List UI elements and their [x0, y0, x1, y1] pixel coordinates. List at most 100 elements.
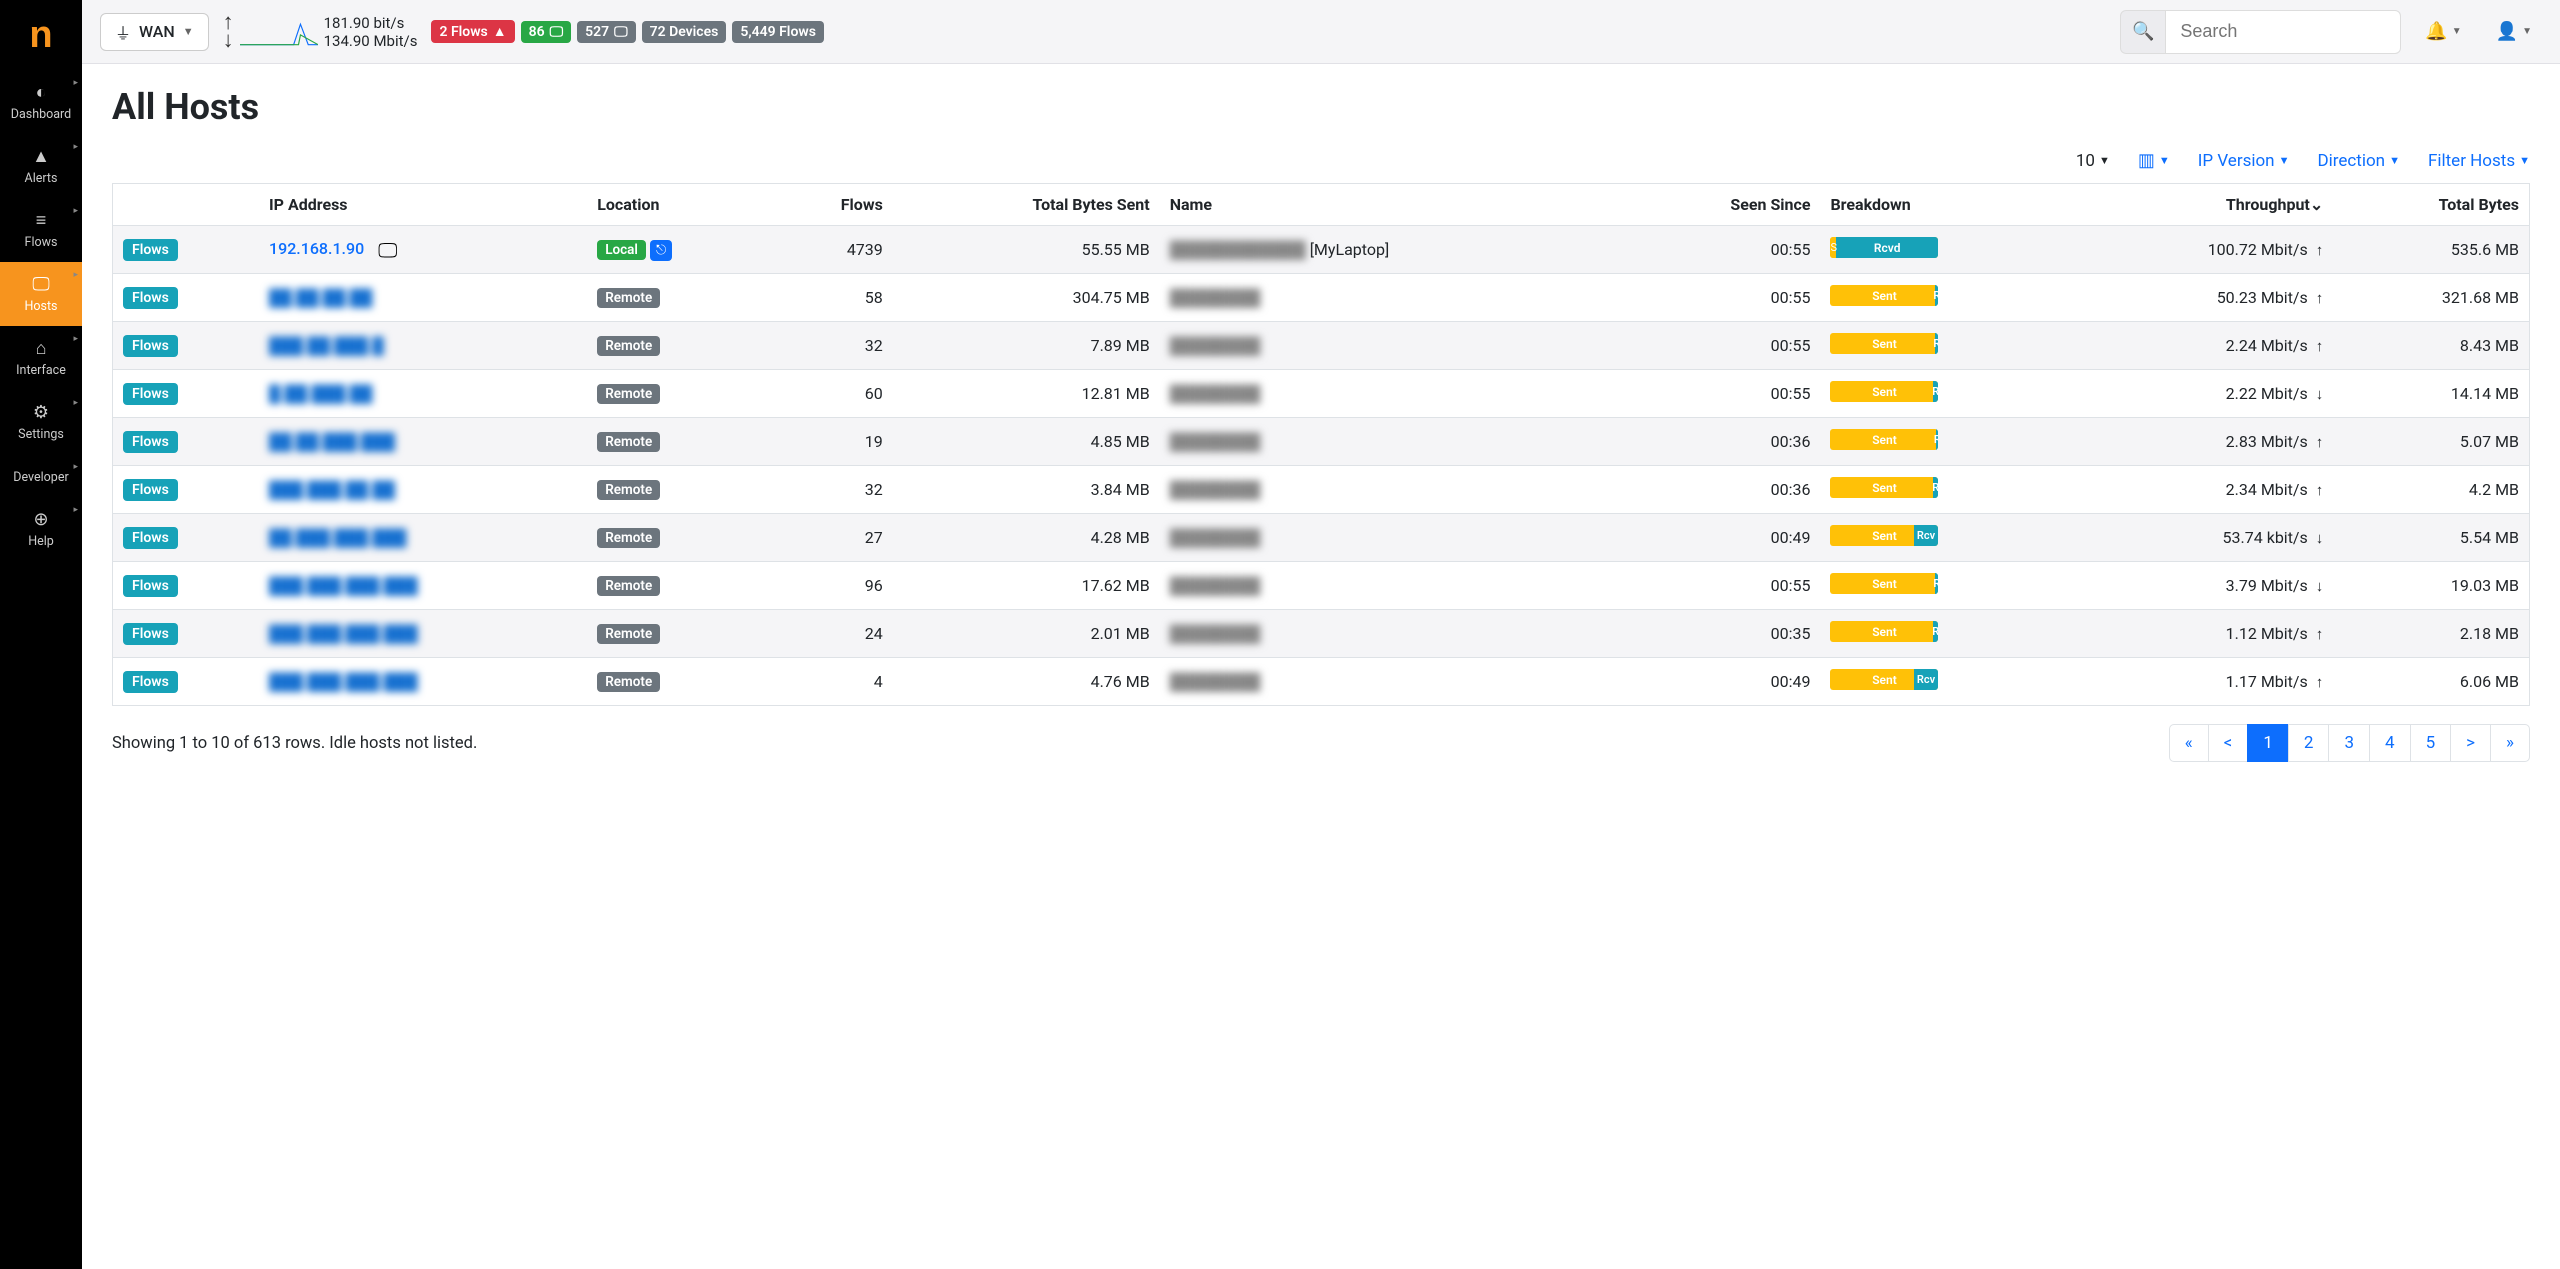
- sidebar-item-help[interactable]: ⊕Help▸: [0, 497, 82, 561]
- ip-address-link[interactable]: ██.██.██.██: [269, 288, 372, 307]
- total-bytes: 2.18 MB: [2333, 610, 2529, 658]
- gray-count-badge[interactable]: 527 🖵: [577, 21, 636, 43]
- interface-icon: ⌂: [36, 338, 47, 359]
- location-badge: Remote: [597, 624, 660, 644]
- column-header[interactable]: Throughput⌄: [2070, 184, 2334, 226]
- sidebar: n ◐Dashboard▸▲Alerts▸≡Flows▸🖵Hosts▸⌂Inte…: [0, 0, 82, 1269]
- ip-address-link[interactable]: ███.███.███.███: [269, 624, 418, 643]
- ip-address-link[interactable]: ██.██.███.███: [269, 432, 395, 451]
- flows-count: 96: [772, 562, 893, 610]
- logo[interactable]: n: [0, 10, 82, 60]
- flows-count: 32: [772, 322, 893, 370]
- total-bytes: 5.07 MB: [2333, 418, 2529, 466]
- bytes-sent: 2.01 MB: [893, 610, 1160, 658]
- location-badge: Remote: [597, 384, 660, 404]
- column-header[interactable]: Total Bytes Sent: [893, 184, 1160, 226]
- page-button[interactable]: «: [2169, 724, 2209, 762]
- seen-since: 00:49: [1626, 514, 1821, 562]
- flows-button[interactable]: Flows: [123, 671, 178, 693]
- breakdown-bar: SentR: [1830, 381, 1938, 402]
- page-button[interactable]: >: [2450, 724, 2491, 762]
- page-size-dropdown[interactable]: 10 ▼: [2076, 151, 2110, 171]
- host-name: ████████████ [MyLaptop]: [1160, 226, 1626, 274]
- sidebar-item-dashboard[interactable]: ◐Dashboard▸: [0, 70, 82, 134]
- chevron-down-icon: ▼: [2522, 26, 2532, 37]
- green-count-badge[interactable]: 86 🖵: [521, 21, 572, 43]
- breakdown-bar: SentRcv: [1830, 525, 1938, 546]
- ip-version-dropdown[interactable]: IP Version ▼: [2198, 151, 2290, 171]
- search-input[interactable]: [2166, 10, 2401, 54]
- column-header[interactable]: IP Address: [259, 184, 587, 226]
- flows-button[interactable]: Flows: [123, 335, 178, 357]
- search-icon[interactable]: 🔍: [2120, 10, 2166, 54]
- sitemap-icon[interactable]: ⎋: [650, 240, 672, 261]
- chevron-right-icon: ▸: [73, 462, 78, 472]
- chevron-down-icon: ▼: [2159, 154, 2170, 167]
- page-button[interactable]: 4: [2369, 724, 2411, 762]
- column-header[interactable]: Flows: [772, 184, 893, 226]
- table-row: Flows███.███.███.███Remote9617.62 MB████…: [113, 562, 2530, 610]
- column-header[interactable]: Location: [587, 184, 772, 226]
- ip-address-link[interactable]: ███.███.██.██: [269, 480, 395, 499]
- page-button[interactable]: 5: [2410, 724, 2452, 762]
- location-badge: Remote: [597, 336, 660, 356]
- user-menu-button[interactable]: 👤▼: [2486, 15, 2542, 48]
- seen-since: 00:55: [1626, 322, 1821, 370]
- chevron-down-icon: ▼: [183, 25, 194, 38]
- sidebar-item-hosts[interactable]: 🖵Hosts▸: [0, 262, 82, 326]
- breakdown-bar: SentRcv: [1830, 669, 1938, 690]
- flows-button[interactable]: Flows: [123, 479, 178, 501]
- flows-button[interactable]: Flows: [123, 287, 178, 309]
- ip-address-link[interactable]: ███.██.███.█: [269, 336, 384, 355]
- ip-address-link[interactable]: 192.168.1.90: [269, 239, 364, 258]
- ip-address-link[interactable]: ███.███.███.███: [269, 576, 418, 595]
- monitor-icon: 🖵: [614, 24, 628, 40]
- flows-alert-badge[interactable]: 2 Flows ▲: [431, 20, 514, 43]
- page-button[interactable]: <: [2208, 724, 2249, 762]
- sidebar-item-label: Help: [28, 534, 54, 549]
- columns-dropdown[interactable]: ▥▼: [2138, 150, 2170, 171]
- page-button[interactable]: 3: [2328, 724, 2370, 762]
- sidebar-item-label: Developer: [13, 470, 68, 485]
- flows-button[interactable]: Flows: [123, 527, 178, 549]
- total-bytes: 8.43 MB: [2333, 322, 2529, 370]
- sidebar-item-developer[interactable]: Developer ▸: [0, 454, 82, 497]
- flows-button[interactable]: Flows: [123, 431, 178, 453]
- interface-selector[interactable]: ⏚ WAN ▼: [100, 13, 209, 51]
- sidebar-item-alerts[interactable]: ▲Alerts▸: [0, 134, 82, 198]
- ip-address-link[interactable]: █.██.███.██: [269, 384, 372, 403]
- breakdown-bar: SentR: [1830, 573, 1938, 594]
- flows-button[interactable]: Flows: [123, 623, 178, 645]
- total-flows-badge[interactable]: 5,449 Flows: [732, 21, 824, 43]
- direction-dropdown[interactable]: Direction ▼: [2317, 151, 2399, 171]
- throughput: 100.72 Mbit/s ↑: [2070, 226, 2334, 274]
- columns-icon: ▥: [2138, 150, 2155, 171]
- flows-button[interactable]: Flows: [123, 575, 178, 597]
- seen-since: 00:55: [1626, 562, 1821, 610]
- column-header[interactable]: Name: [1160, 184, 1626, 226]
- flows-button[interactable]: Flows: [123, 383, 178, 405]
- chevron-down-icon: ▼: [2279, 154, 2290, 167]
- column-header[interactable]: Breakdown: [1820, 184, 2069, 226]
- notifications-button[interactable]: 🔔▼: [2415, 15, 2471, 48]
- page-button[interactable]: 1: [2247, 724, 2289, 762]
- flows-button[interactable]: Flows: [123, 239, 178, 261]
- column-header[interactable]: [113, 184, 260, 226]
- sidebar-item-label: Hosts: [24, 299, 57, 314]
- column-header[interactable]: Total Bytes: [2333, 184, 2529, 226]
- sort-indicator-icon: ⌄: [2310, 195, 2323, 214]
- devices-badge[interactable]: 72 Devices: [642, 21, 727, 43]
- hosts-table: IP AddressLocationFlowsTotal Bytes SentN…: [112, 183, 2530, 706]
- host-name: ████████: [1160, 274, 1626, 322]
- page-button[interactable]: »: [2490, 724, 2530, 762]
- bytes-sent: 304.75 MB: [893, 274, 1160, 322]
- ip-address-link[interactable]: ███.███.███.███: [269, 672, 418, 691]
- chevron-right-icon: ▸: [73, 78, 78, 88]
- column-header[interactable]: Seen Since: [1626, 184, 1821, 226]
- page-button[interactable]: 2: [2288, 724, 2330, 762]
- filter-hosts-dropdown[interactable]: Filter Hosts ▼: [2428, 151, 2530, 171]
- sidebar-item-flows[interactable]: ≡Flows▸: [0, 198, 82, 262]
- sidebar-item-interface[interactable]: ⌂Interface▸: [0, 326, 82, 390]
- ip-address-link[interactable]: ██.███.███.███: [269, 528, 406, 547]
- sidebar-item-settings[interactable]: ⚙Settings▸: [0, 390, 82, 454]
